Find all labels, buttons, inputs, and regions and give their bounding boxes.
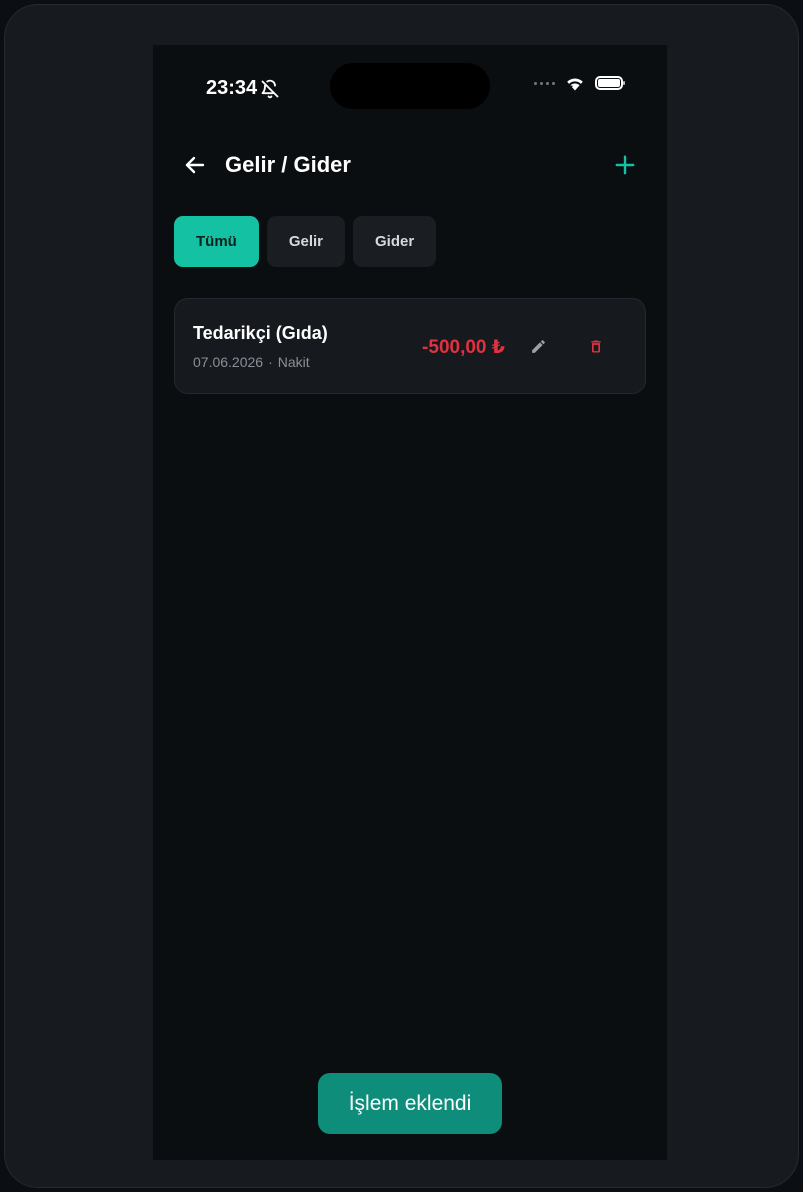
transaction-meta: 07.06.2026 · Nakit	[193, 354, 310, 370]
tab-expense[interactable]: Gider	[353, 216, 437, 267]
toast-notification: İşlem eklendi	[318, 1073, 502, 1134]
wifi-icon	[567, 78, 583, 91]
transaction-title: Tedarikçi (Gıda)	[193, 323, 328, 343]
status-bar-time: 23:34	[206, 77, 280, 100]
pencil-icon	[531, 339, 545, 353]
app-screen: 23:34 Gelir / Gider Tümü Gelir Gider Ted…	[153, 45, 667, 1160]
transaction-amount: -500,00 ₺	[422, 337, 505, 358]
transaction-date: 07.06.2026	[193, 354, 264, 370]
back-button[interactable]	[181, 151, 209, 179]
tab-income[interactable]: Gelir	[266, 216, 346, 267]
trash-icon	[591, 340, 601, 352]
page-header: Gelir / Gider	[181, 145, 639, 185]
bell-off-icon	[261, 79, 279, 98]
tab-all[interactable]: Tümü	[174, 216, 259, 267]
transaction-card[interactable]: Tedarikçi (Gıda) 07.06.2026 · Nakit -500…	[174, 298, 646, 394]
transaction-method: Nakit	[277, 354, 310, 370]
meta-separator: ·	[268, 354, 273, 370]
device-frame: 23:34 Gelir / Gider Tümü Gelir Gider Ted…	[4, 4, 799, 1188]
battery-icon	[595, 76, 625, 90]
status-time-text: 23:34	[206, 77, 258, 99]
status-bar-indicators	[534, 75, 625, 91]
filter-tabs: Tümü Gelir Gider	[174, 216, 437, 267]
cellular-dots-icon	[534, 81, 555, 85]
edit-button[interactable]	[527, 335, 549, 357]
delete-button[interactable]	[585, 335, 607, 357]
arrow-left-icon	[185, 156, 205, 174]
dynamic-island	[330, 63, 490, 109]
page-title: Gelir / Gider	[225, 152, 351, 177]
plus-icon	[615, 155, 635, 175]
add-transaction-button[interactable]	[611, 151, 639, 179]
